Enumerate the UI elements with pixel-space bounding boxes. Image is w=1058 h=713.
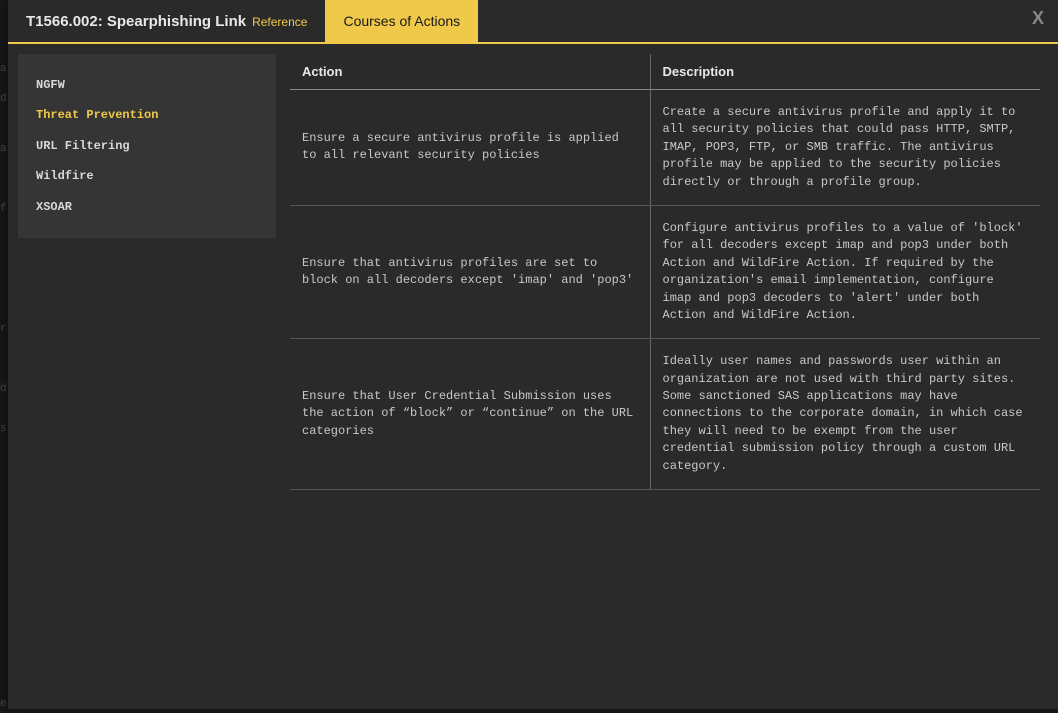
cell-description: Ideally user names and passwords user wi…: [650, 339, 1040, 490]
cell-action: Ensure a secure antivirus profile is app…: [290, 90, 650, 206]
sidebar: NGFW Threat Prevention URL Filtering Wil…: [18, 54, 276, 238]
content-area: NGFW Threat Prevention URL Filtering Wil…: [8, 44, 1058, 709]
backdrop-char: d: [0, 380, 7, 398]
backdrop-char: a: [0, 60, 7, 78]
sidebar-item-url-filtering[interactable]: URL Filtering: [18, 131, 276, 161]
reference-link[interactable]: Reference: [252, 15, 307, 29]
tab-courses-of-actions[interactable]: Courses of Actions: [325, 0, 478, 42]
table-row: Ensure that antivirus profiles are set t…: [290, 205, 1040, 338]
sidebar-item-xsoar[interactable]: XSOAR: [18, 192, 276, 222]
backdrop-char: e: [0, 695, 7, 713]
modal-panel: T1566.002: Spearphishing Link Reference …: [8, 0, 1058, 709]
backdrop-char: r: [0, 320, 7, 338]
cell-description: Configure antivirus profiles to a value …: [650, 205, 1040, 338]
table-row: Ensure a secure antivirus profile is app…: [290, 90, 1040, 206]
cell-action: Ensure that User Credential Submission u…: [290, 339, 650, 490]
cell-description: Create a secure antivirus profile and ap…: [650, 90, 1040, 206]
column-header-action: Action: [290, 54, 650, 90]
sidebar-item-ngfw[interactable]: NGFW: [18, 70, 276, 100]
backdrop-char: f: [0, 200, 7, 218]
backdrop-char: s: [0, 420, 7, 438]
page-title: T1566.002: Spearphishing Link: [26, 13, 246, 30]
close-icon: X: [1032, 8, 1044, 28]
modal-header: T1566.002: Spearphishing Link Reference …: [8, 0, 1058, 42]
sidebar-item-threat-prevention[interactable]: Threat Prevention: [18, 100, 276, 130]
cell-action: Ensure that antivirus profiles are set t…: [290, 205, 650, 338]
actions-table: Action Description Ensure a secure antiv…: [290, 54, 1040, 490]
close-button[interactable]: X: [1032, 8, 1044, 29]
column-header-description: Description: [650, 54, 1040, 90]
backdrop-char: d: [0, 90, 7, 108]
table-header-row: Action Description: [290, 54, 1040, 90]
main-content: Action Description Ensure a secure antiv…: [276, 44, 1058, 709]
table-row: Ensure that User Credential Submission u…: [290, 339, 1040, 490]
title-area: T1566.002: Spearphishing Link Reference: [8, 13, 325, 30]
sidebar-item-wildfire[interactable]: Wildfire: [18, 161, 276, 191]
